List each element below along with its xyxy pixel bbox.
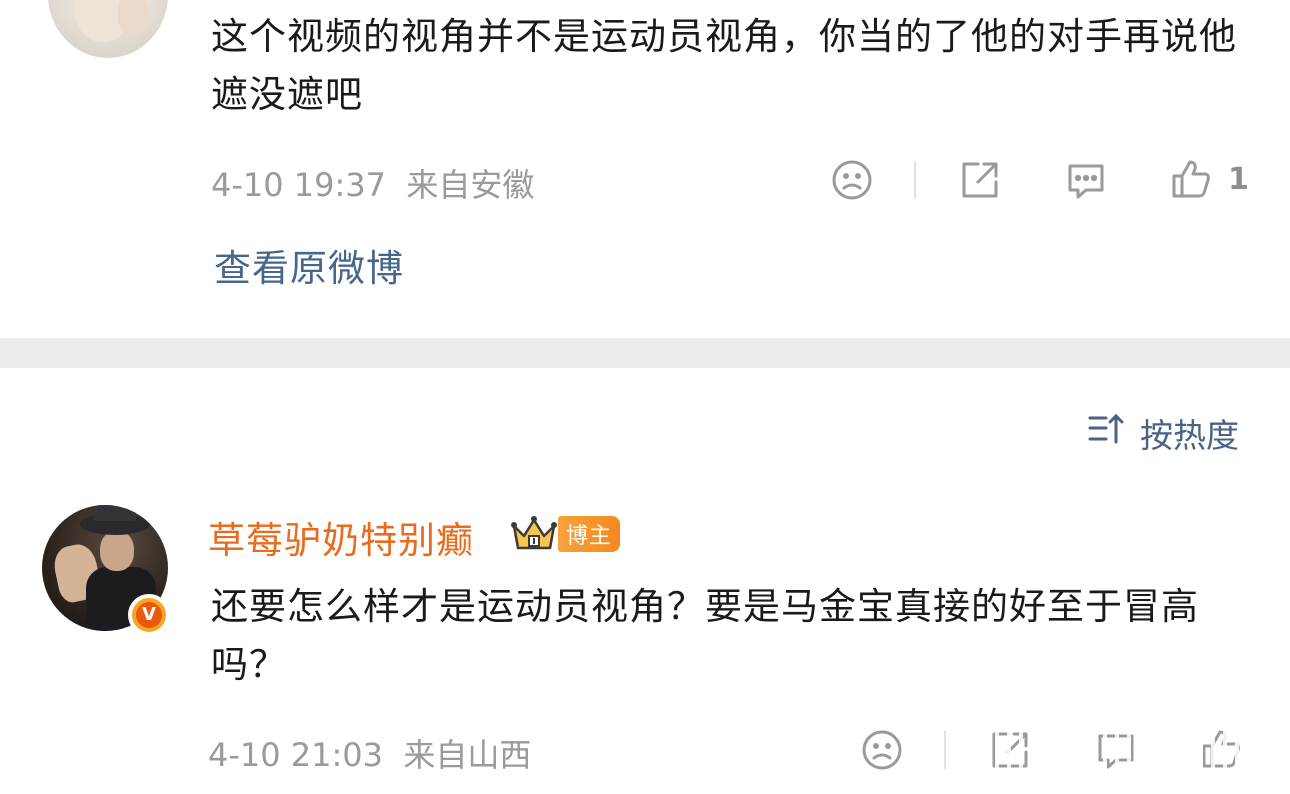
sort-icon [1088,412,1126,454]
commenter-username[interactable]: 草莓驴奶特别癫 [208,510,474,564]
comment-meta: 4-10 19:37 来自安徽 [211,160,534,206]
thumbs-up-icon[interactable] [1198,726,1244,772]
commenter-avatar[interactable] [48,0,168,58]
like-count: 1 [1228,162,1249,197]
sort-button[interactable]: 按热度 [1088,410,1239,456]
comment-feed: 这个视频的视角并不是运动员视角，你当的了他的对手再说他遮没遮吧 4-10 19:… [0,0,1290,794]
comment-icon[interactable] [1064,158,1108,202]
crown-icon [510,514,558,558]
comment-icon[interactable] [1094,728,1138,772]
dislike-face-icon[interactable] [830,158,874,202]
blogger-badge: 博主 [558,516,620,552]
verified-icon: V [128,594,170,636]
comment-location: 来自山西 [403,736,532,774]
thumbs-up-icon[interactable] [1168,156,1214,202]
sort-label: 按热度 [1140,416,1239,455]
share-icon[interactable] [958,158,1002,202]
dislike-face-icon[interactable] [860,728,904,772]
share-icon[interactable] [988,728,1032,772]
comment-text: 这个视频的视角并不是运动员视角，你当的了他的对手再说他遮没遮吧 [211,15,1237,116]
action-divider [944,731,946,769]
view-original-link[interactable]: 查看原微博 [214,238,404,292]
section-divider [0,338,1290,368]
comment-timestamp: 4-10 21:03 [208,736,384,774]
comment-text: 还要怎么样才是运动员视角？要是马金宝真接的好至于冒高吗？ [211,585,1199,686]
comment-meta: 4-10 21:03 来自山西 [208,730,531,776]
comment-location: 来自安徽 [406,166,535,204]
comment-timestamp: 4-10 19:37 [211,166,387,204]
action-divider [914,161,916,199]
